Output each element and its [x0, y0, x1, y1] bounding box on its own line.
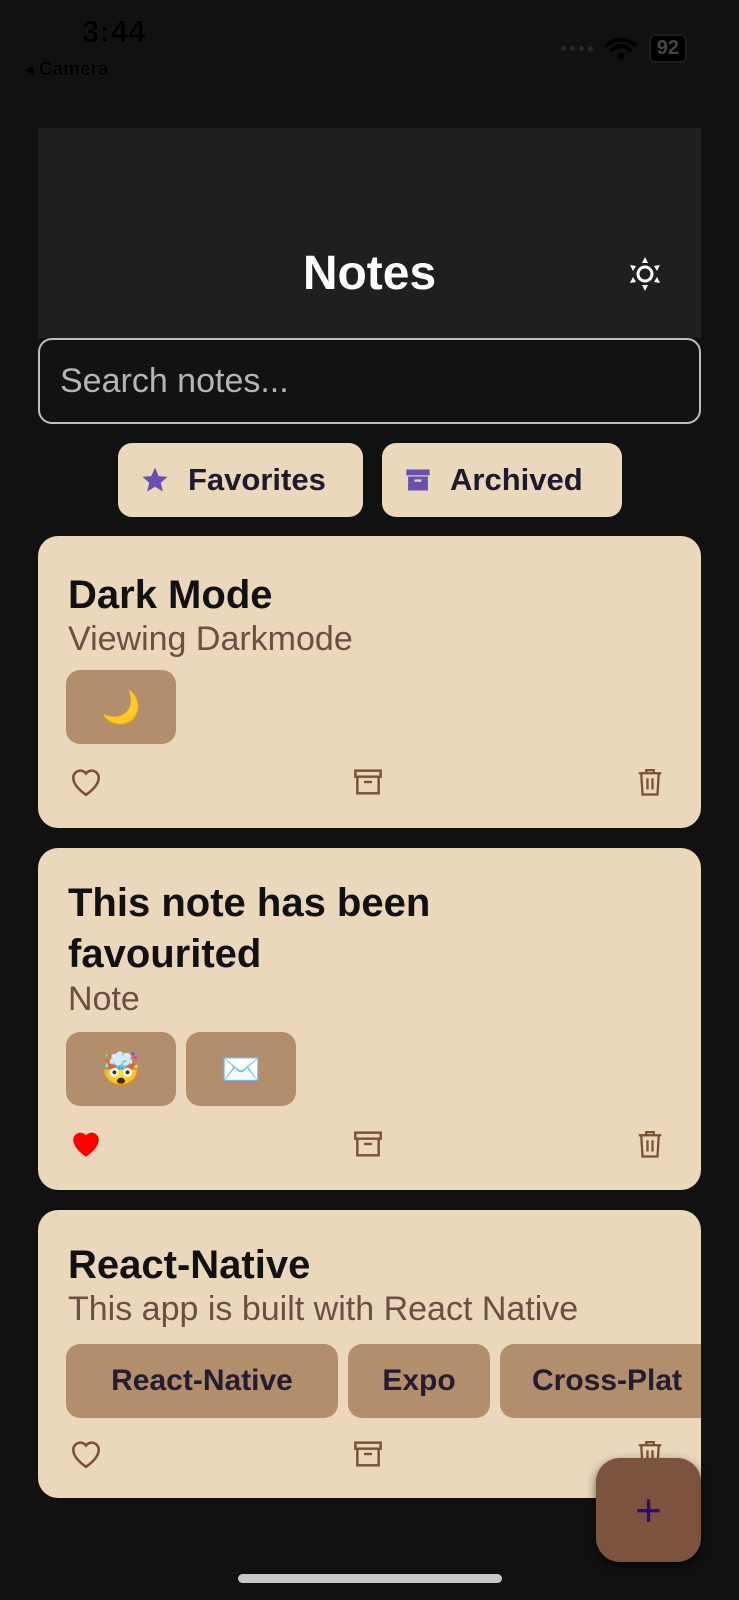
wifi-icon	[604, 37, 637, 59]
favorite-button[interactable]	[66, 1124, 106, 1164]
trash-icon	[638, 769, 662, 796]
note-tag[interactable]: 🌙	[66, 670, 176, 744]
archive-icon	[354, 1441, 382, 1467]
archive-icon	[354, 1131, 382, 1157]
sun-icon	[630, 257, 660, 291]
cellular-signal-icon	[560, 46, 593, 51]
archived-filter-button[interactable]: Archived	[382, 443, 622, 517]
heart-filled-icon	[73, 1132, 99, 1157]
app-header: Notes	[38, 128, 701, 338]
battery-indicator: 92	[648, 34, 687, 63]
archive-button[interactable]	[348, 1434, 388, 1474]
page-title: Notes	[302, 247, 437, 300]
archive-icon	[354, 769, 382, 795]
heart-outline-icon	[71, 1441, 101, 1469]
favorite-button[interactable]	[66, 762, 106, 802]
note-tag[interactable]: React-Native	[66, 1344, 338, 1418]
archived-label: Archived	[450, 462, 583, 497]
favorites-filter-button[interactable]: Favorites	[118, 443, 363, 517]
note-subtitle: Note	[68, 980, 140, 1018]
delete-button[interactable]	[630, 1124, 670, 1164]
add-note-button[interactable]: +	[596, 1458, 701, 1562]
trash-icon	[638, 1131, 662, 1158]
note-subtitle: This app is built with React Native	[68, 1290, 579, 1328]
status-icons: 92	[560, 34, 687, 63]
note-tag[interactable]: 🤯	[66, 1032, 176, 1106]
plus-icon: +	[635, 1484, 662, 1536]
archive-button[interactable]	[348, 1124, 388, 1164]
favorite-button[interactable]	[66, 1434, 106, 1474]
theme-toggle-button[interactable]	[625, 254, 665, 294]
search-input[interactable]	[38, 338, 701, 424]
delete-button[interactable]	[630, 762, 670, 802]
note-title: React-Native	[68, 1243, 311, 1287]
heart-outline-icon	[71, 769, 101, 797]
note-card[interactable]: This note has been favourited Note 🤯 ✉️	[38, 848, 701, 1190]
note-title: This note has been favourited	[68, 881, 431, 976]
back-to-camera-link[interactable]: ◂ Camera	[24, 58, 109, 81]
note-subtitle: Viewing Darkmode	[68, 620, 353, 658]
archive-icon	[406, 469, 430, 491]
status-time: 3:44	[82, 14, 147, 49]
home-indicator	[238, 1574, 502, 1583]
note-title: Dark Mode	[68, 573, 273, 617]
note-tag[interactable]: ✉️	[186, 1032, 296, 1106]
note-tag[interactable]: Cross-Plat	[500, 1344, 701, 1418]
star-icon	[142, 467, 168, 492]
note-card[interactable]: Dark Mode Viewing Darkmode 🌙	[38, 536, 701, 828]
note-card[interactable]: React-Native This app is built with Reac…	[38, 1210, 701, 1498]
favorites-label: Favorites	[188, 462, 326, 497]
archive-button[interactable]	[348, 762, 388, 802]
note-tag[interactable]: Expo	[348, 1344, 490, 1418]
